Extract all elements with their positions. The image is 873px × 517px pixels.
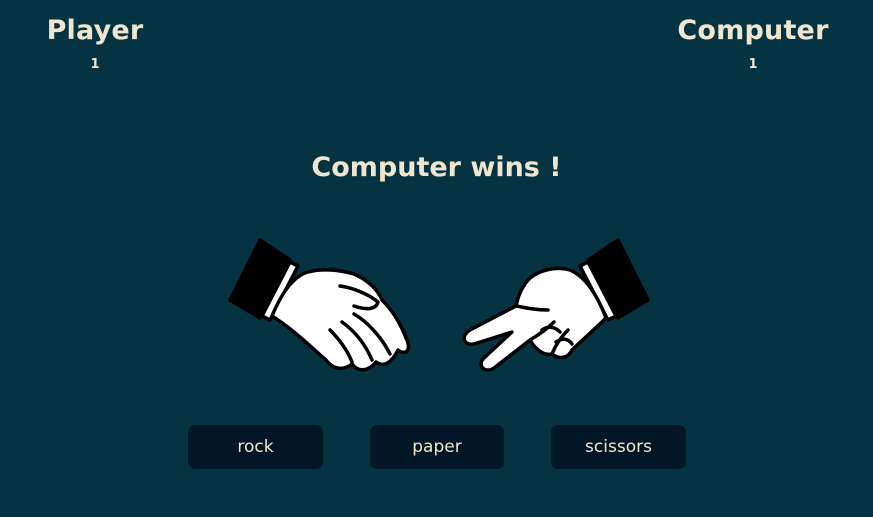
computer-label: Computer (677, 15, 829, 46)
computer-scissors-hand-icon (456, 230, 656, 384)
player-score: 1 (90, 57, 100, 72)
player-paper-hand-icon (222, 230, 422, 384)
scissors-button[interactable]: scissors (551, 425, 686, 469)
result-message: Computer wins ! (311, 152, 562, 183)
player-label: Player (46, 15, 144, 46)
computer-score-panel: Computer 1 (665, 14, 841, 73)
paper-button[interactable]: paper (370, 425, 504, 469)
computer-score: 1 (748, 57, 758, 72)
choice-buttons: rock paper scissors (0, 425, 873, 469)
rock-button[interactable]: rock (188, 425, 323, 469)
player-score-panel: Player 1 (30, 14, 160, 73)
